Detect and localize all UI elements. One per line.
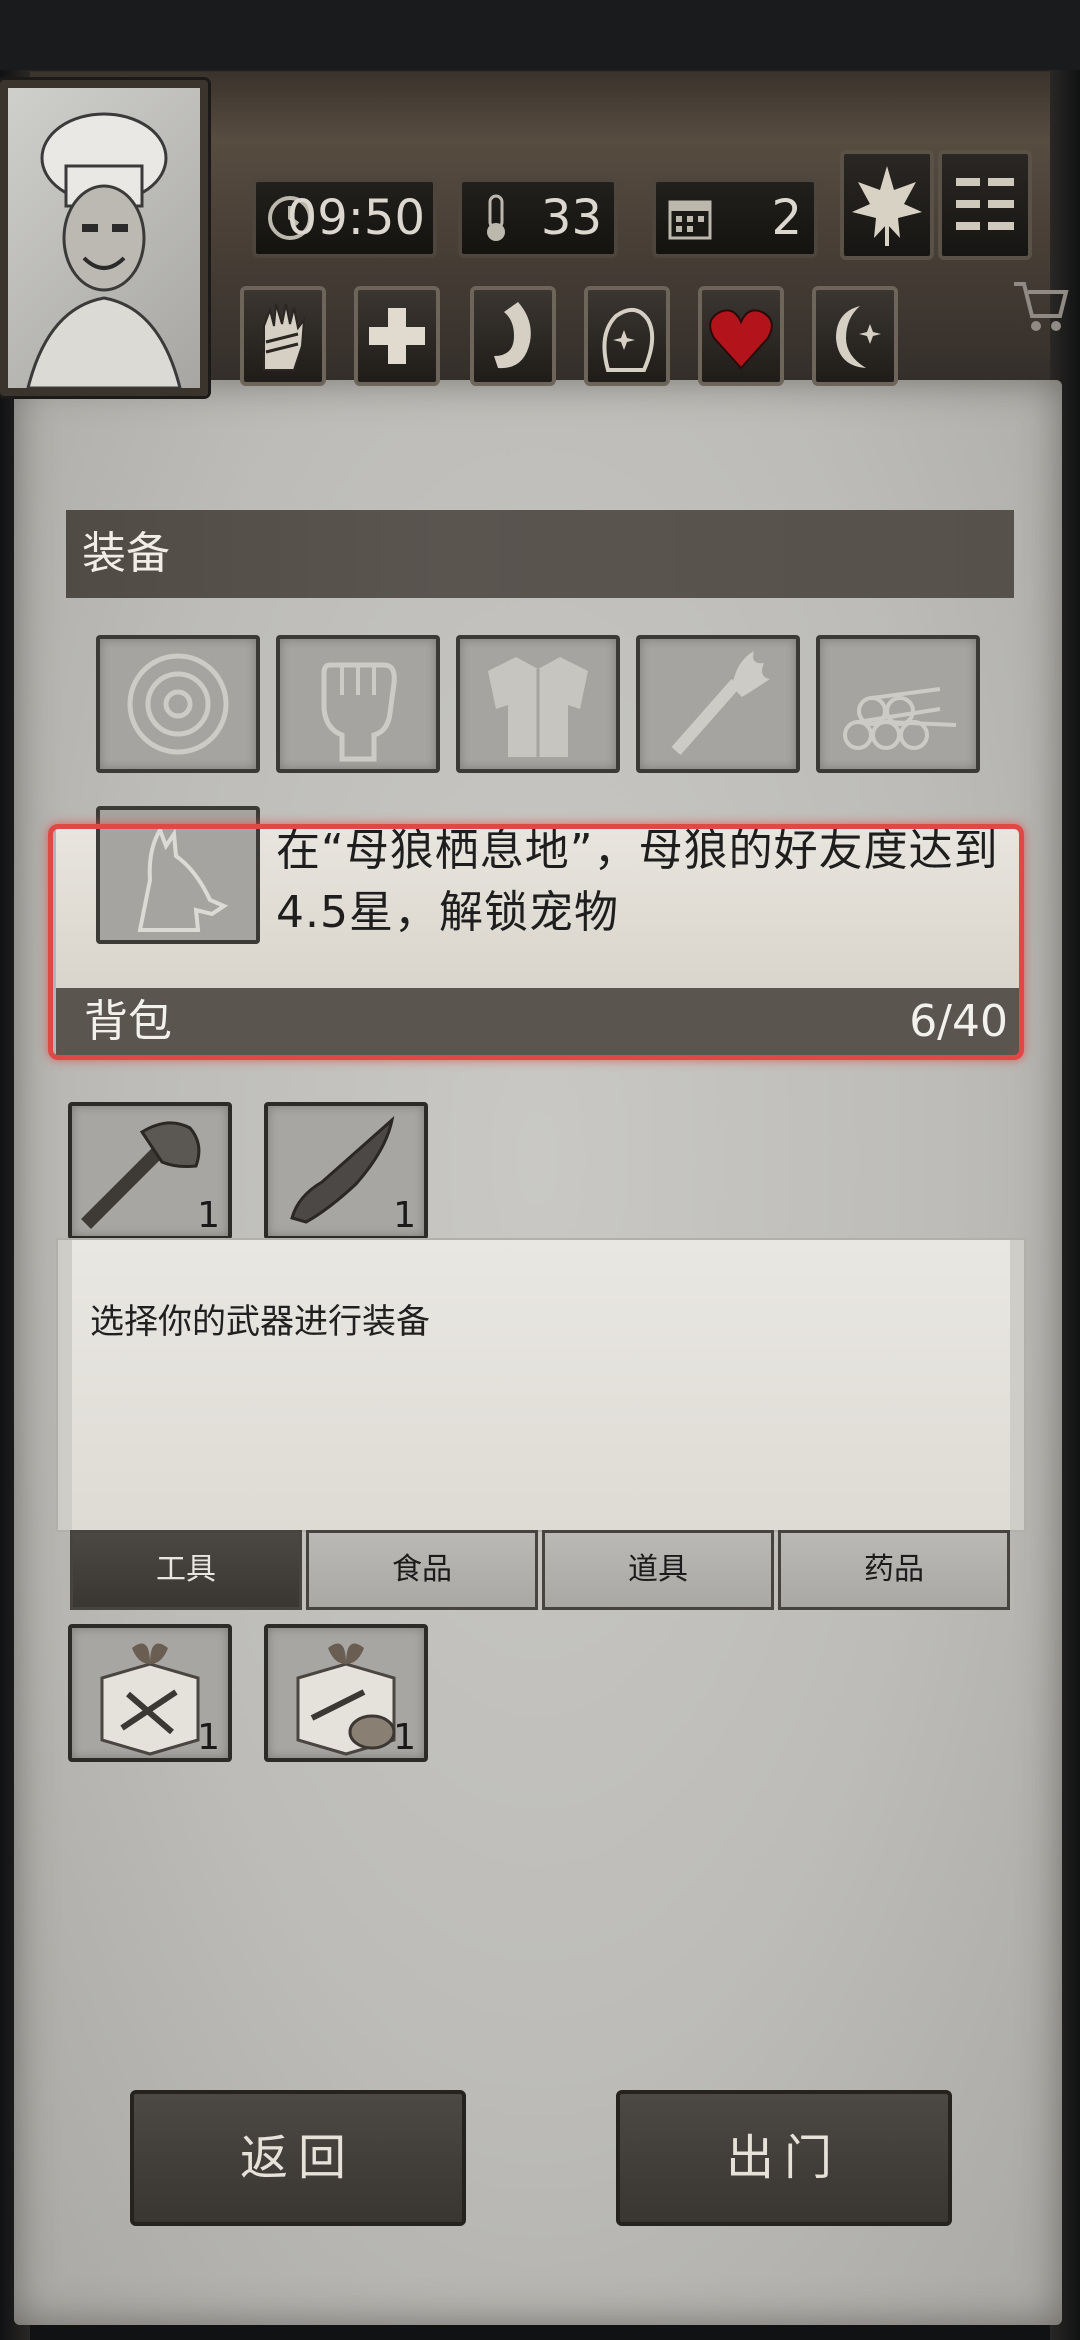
thermometer-icon bbox=[487, 194, 505, 241]
highlight-frame bbox=[48, 824, 1024, 1060]
day-value: 2 bbox=[771, 190, 802, 246]
stomach-icon bbox=[494, 302, 531, 369]
item-quantity: 1 bbox=[197, 1195, 220, 1236]
status-heart-button[interactable] bbox=[698, 286, 784, 386]
tab-tools[interactable]: 工具 bbox=[70, 1530, 302, 1610]
target-icon bbox=[127, 653, 229, 755]
heart-icon bbox=[709, 309, 773, 370]
tool-item-gift-box-tools[interactable]: 1 bbox=[68, 1624, 232, 1762]
temperature-display: 33 bbox=[458, 178, 618, 258]
equip-slot-clothing[interactable] bbox=[456, 635, 620, 773]
day-display: 2 bbox=[652, 178, 818, 258]
tab-medicine[interactable]: 药品 bbox=[778, 1530, 1010, 1610]
tab-food[interactable]: 食品 bbox=[306, 1530, 538, 1610]
chef-portrait-icon bbox=[26, 112, 182, 388]
item-description-scroll: 选择你的武器进行装备 bbox=[58, 1240, 1024, 1530]
fist-icon bbox=[321, 662, 397, 762]
log-pile-icon bbox=[843, 687, 957, 750]
back-button[interactable]: 返回 bbox=[130, 2090, 466, 2226]
medical-cross-icon bbox=[369, 308, 425, 364]
status-mind-button[interactable] bbox=[584, 286, 670, 386]
calendar-icon bbox=[668, 200, 712, 240]
item-description-text: 选择你的武器进行装备 bbox=[90, 1302, 430, 1342]
item-quantity: 1 bbox=[197, 1717, 220, 1758]
jacket-icon bbox=[488, 657, 588, 757]
inventory-item-spear[interactable]: 1 bbox=[264, 1102, 428, 1240]
status-sleep-button[interactable] bbox=[812, 286, 898, 386]
bandaged-hand-icon bbox=[263, 303, 306, 371]
status-hand-button[interactable] bbox=[240, 286, 326, 386]
time-value: 09:50 bbox=[286, 190, 425, 246]
equip-slot-target[interactable] bbox=[96, 635, 260, 773]
item-quantity: 1 bbox=[393, 1717, 416, 1758]
skill-leaf-button[interactable] bbox=[840, 150, 934, 260]
moon-star-icon bbox=[836, 306, 881, 368]
tab-props[interactable]: 道具 bbox=[542, 1530, 774, 1610]
equip-slot-weapon[interactable] bbox=[276, 635, 440, 773]
equipment-header: 装备 bbox=[66, 510, 1014, 598]
head-sparkle-icon bbox=[602, 308, 655, 372]
shopping-cart-icon bbox=[1014, 282, 1069, 331]
item-quantity: 1 bbox=[393, 1195, 416, 1236]
go-out-button[interactable]: 出门 bbox=[616, 2090, 952, 2226]
shop-cart-button[interactable] bbox=[1010, 276, 1070, 336]
equip-slot-torch[interactable] bbox=[636, 635, 800, 773]
maple-leaf-icon bbox=[852, 166, 922, 246]
status-stomach-button[interactable] bbox=[470, 286, 556, 386]
inventory-item-axe[interactable]: 1 bbox=[68, 1102, 232, 1240]
tool-item-gift-box-wood[interactable]: 1 bbox=[264, 1624, 428, 1762]
equip-slot-logs[interactable] bbox=[816, 635, 980, 773]
chef-portrait-avatar[interactable] bbox=[0, 80, 208, 396]
torch-icon bbox=[671, 651, 770, 755]
time-display: 09:50 bbox=[252, 178, 437, 258]
menu-list-icon bbox=[956, 178, 1014, 230]
menu-button[interactable] bbox=[938, 150, 1032, 260]
status-health-button[interactable] bbox=[354, 286, 440, 386]
temperature-value: 33 bbox=[540, 190, 602, 246]
